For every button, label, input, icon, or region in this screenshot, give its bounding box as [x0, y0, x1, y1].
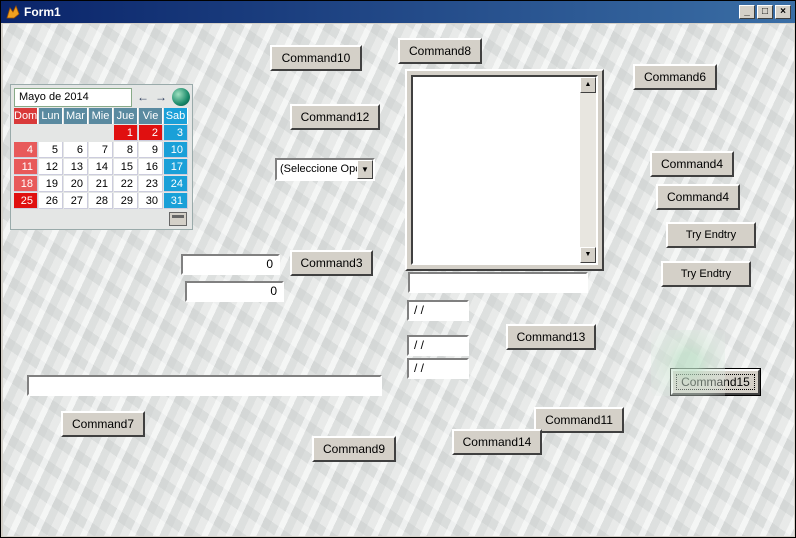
calendar-day[interactable]: 28 — [89, 193, 113, 209]
calendar-day[interactable]: 2 — [139, 125, 163, 141]
scroll-up-arrow-icon[interactable]: ▲ — [580, 77, 596, 93]
calendar-day[interactable]: 21 — [89, 176, 113, 192]
calendar-day[interactable]: 20 — [64, 176, 88, 192]
calendar-week-row: 4 5 6 7 8 9 10 — [14, 142, 190, 159]
calendar-day — [89, 125, 113, 141]
calendar-day[interactable]: 6 — [64, 142, 88, 158]
arrow-right-icon[interactable]: → — [153, 89, 169, 105]
scroll-down-arrow-icon[interactable]: ▼ — [580, 247, 596, 263]
close-button[interactable]: × — [775, 5, 791, 19]
calendar-day[interactable]: 22 — [114, 176, 138, 192]
command13-button[interactable]: Command13 — [506, 324, 596, 350]
form-client-area: Mayo de 2014 ← → Dom Lun Mar Mie Jue Vie Sab 1 2… — [3, 24, 794, 536]
calendar-day[interactable]: 23 — [139, 176, 163, 192]
globe-icon[interactable] — [172, 88, 190, 106]
calendar-day[interactable]: 4 — [14, 142, 38, 158]
vertical-scrollbar[interactable]: ▲ ▼ — [580, 77, 596, 263]
calendar-day[interactable]: 3 — [164, 125, 188, 141]
listbox[interactable]: ▲ ▼ — [411, 75, 598, 265]
calendar-dayname: Mar — [64, 108, 88, 124]
calendar-day[interactable]: 26 — [39, 193, 63, 209]
calendar-day[interactable]: 12 — [39, 159, 63, 175]
calendar-day[interactable]: 14 — [89, 159, 113, 175]
calendar-day[interactable]: 30 — [139, 193, 163, 209]
calendar-day[interactable]: 5 — [39, 142, 63, 158]
command6-button[interactable]: Command6 — [633, 64, 717, 90]
calendar-day[interactable]: 27 — [64, 193, 88, 209]
calendar-week-row: 18 19 20 21 22 23 24 — [14, 176, 190, 193]
calendar-day[interactable]: 24 — [164, 176, 188, 192]
calendar-dayname: Lun — [39, 108, 63, 124]
option-select[interactable]: (Seleccione Opc ▼ — [275, 158, 375, 181]
calendar-week-row: 11 12 13 14 15 16 17 — [14, 159, 190, 176]
arrow-left-icon[interactable]: ← — [135, 89, 151, 105]
command12-button[interactable]: Command12 — [290, 104, 380, 130]
calendar-day-names: Dom Lun Mar Mie Jue Vie Sab — [14, 108, 190, 125]
fox-icon — [6, 5, 20, 19]
calendar-dayname: Mie — [89, 108, 113, 124]
wide-text-field[interactable] — [27, 375, 382, 396]
calendar-day[interactable]: 8 — [114, 142, 138, 158]
calendar-day[interactable]: 9 — [139, 142, 163, 158]
calendar-day[interactable]: 1 — [114, 125, 138, 141]
command14-button[interactable]: Command14 — [452, 429, 542, 455]
calendar-dayname: Dom — [14, 108, 38, 124]
date-field-2[interactable]: / / — [407, 335, 469, 356]
date-field-1[interactable]: / / — [407, 300, 469, 321]
decorative-image — [651, 330, 725, 396]
minimize-button[interactable]: _ — [739, 5, 755, 19]
calendar-day — [64, 125, 88, 141]
form1-window: Form1 _ □ × Mayo de 2014 ← → Dom Lun Mar Mi… — [0, 0, 796, 538]
calendar-dayname: Vie — [139, 108, 163, 124]
try-endtry-button-2[interactable]: Try Endtry — [661, 261, 751, 287]
calendar-day[interactable]: 16 — [139, 159, 163, 175]
calendar-day[interactable]: 15 — [114, 159, 138, 175]
command9-button[interactable]: Command9 — [312, 436, 396, 462]
calendar-day[interactable]: 18 — [14, 176, 38, 192]
calendar-day[interactable]: 31 — [164, 193, 188, 209]
calendar-header: Mayo de 2014 ← → — [14, 88, 190, 107]
calendar-day — [39, 125, 63, 141]
command11-button[interactable]: Command11 — [534, 407, 624, 433]
command10-button[interactable]: Command10 — [270, 45, 362, 71]
command7-button[interactable]: Command7 — [61, 411, 145, 437]
calendar-day — [14, 125, 38, 141]
command8-button[interactable]: Command8 — [398, 38, 482, 64]
calendar-day[interactable]: 29 — [114, 193, 138, 209]
calendar-day[interactable]: 17 — [164, 159, 188, 175]
calendar-dayname: Sab — [164, 108, 188, 124]
calendar-day[interactable]: 13 — [64, 159, 88, 175]
title-bar[interactable]: Form1 _ □ × — [1, 1, 795, 23]
try-endtry-button-1[interactable]: Try Endtry — [666, 222, 756, 248]
option-select-value: (Seleccione Opc — [280, 163, 358, 175]
command4-button-1[interactable]: Command4 — [650, 151, 734, 177]
command3-button[interactable]: Command3 — [290, 250, 373, 276]
calendar-day[interactable]: 19 — [39, 176, 63, 192]
calendar-day[interactable]: 10 — [164, 142, 188, 158]
command4-button-2[interactable]: Command4 — [656, 184, 740, 210]
chevron-down-icon[interactable]: ▼ — [357, 160, 373, 179]
listbox-frame: ▲ ▼ — [405, 69, 604, 271]
calendar-icon[interactable] — [169, 212, 187, 226]
numeric-field-1[interactable]: 0 — [181, 254, 280, 275]
calendar-week-row: 123 — [14, 125, 190, 142]
calendar-week-row: 25 26 27 28 29 30 31 — [14, 193, 190, 210]
window-title: Form1 — [24, 5, 61, 19]
calendar-dayname: Jue — [114, 108, 138, 124]
maximize-button[interactable]: □ — [757, 5, 773, 19]
numeric-field-2[interactable]: 0 — [185, 281, 284, 302]
calendar-day[interactable]: 7 — [89, 142, 113, 158]
month-calendar[interactable]: Mayo de 2014 ← → Dom Lun Mar Mie Jue Vie Sab 1 2… — [10, 84, 193, 230]
calendar-month-label: Mayo de 2014 — [14, 88, 132, 107]
calendar-day[interactable]: 25 — [14, 193, 38, 209]
listbox-text-field[interactable] — [408, 272, 588, 293]
date-field-3[interactable]: / / — [407, 358, 469, 379]
calendar-day[interactable]: 11 — [14, 159, 38, 175]
